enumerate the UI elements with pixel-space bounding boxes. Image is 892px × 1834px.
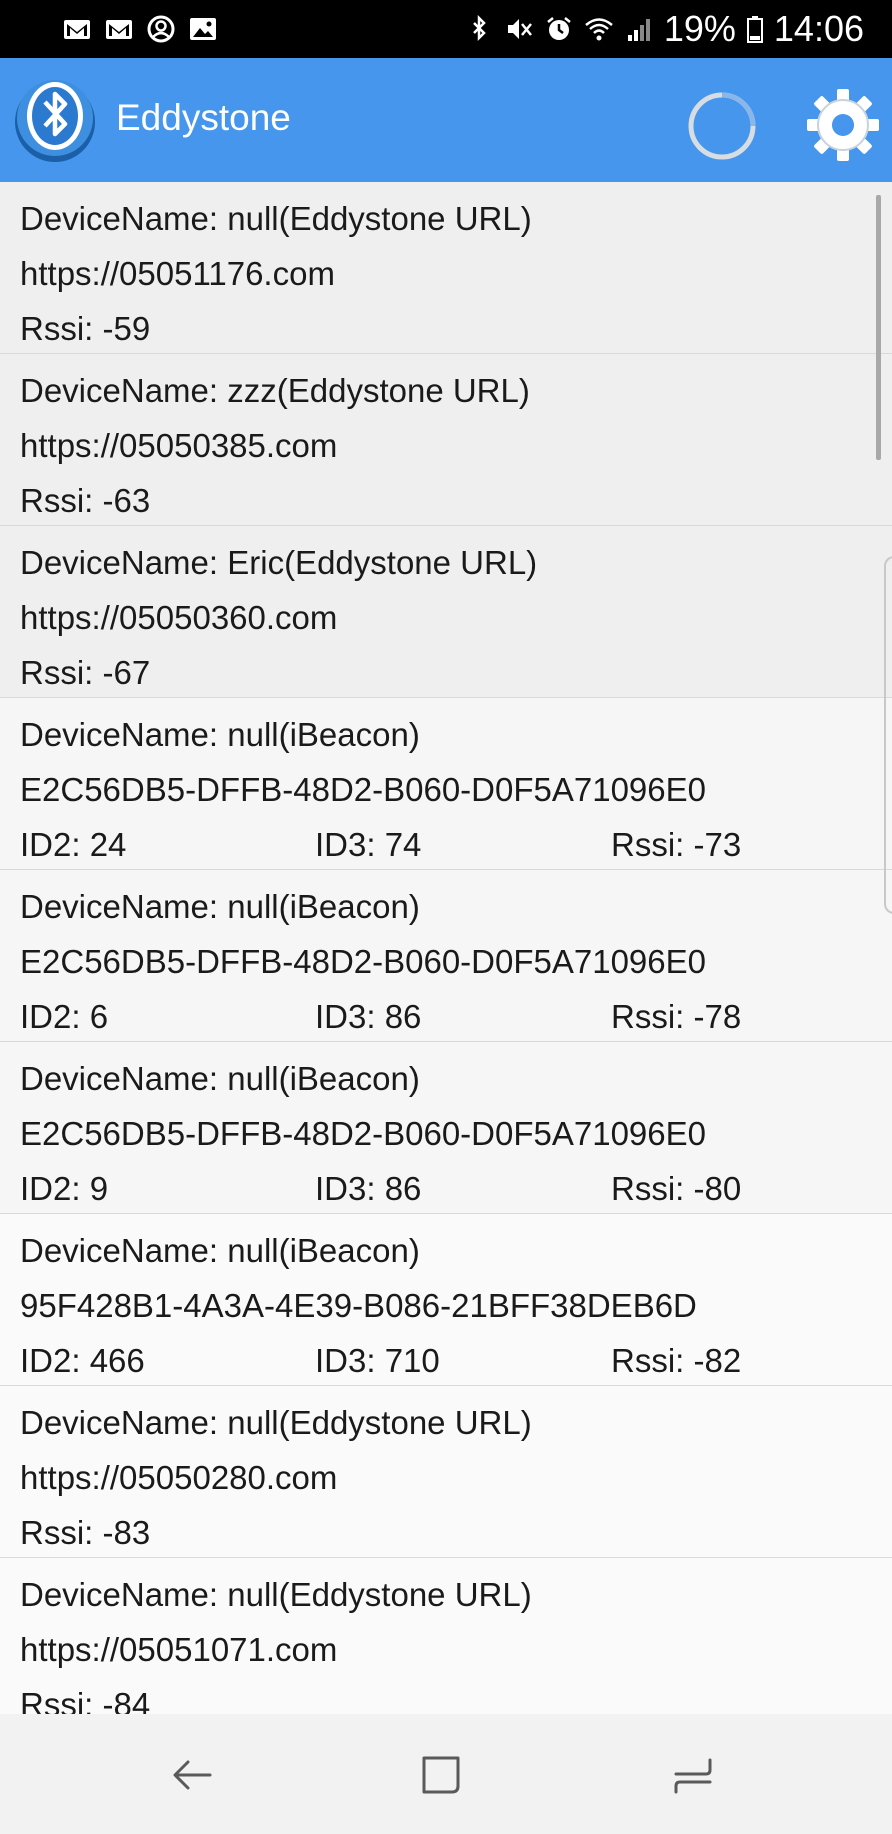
device-ids-row: ID2: 6 ID3: 86 Rssi: -78	[20, 989, 892, 1044]
device-id3: ID3: 74	[315, 826, 422, 863]
device-id2: ID2: 6	[20, 998, 109, 1035]
battery-percent: 19%	[663, 8, 736, 49]
device-rssi: Rssi: -82	[611, 1342, 742, 1379]
list-item[interactable]: DeviceName: null(iBeacon) E2C56DB5-DFFB-…	[0, 698, 892, 870]
device-id3: ID3: 86	[315, 998, 422, 1035]
device-name: DeviceName: null(iBeacon)	[20, 716, 420, 753]
signal-icon	[627, 19, 650, 41]
wifi-icon	[585, 18, 613, 41]
device-rssi: Rssi: -67	[20, 654, 151, 691]
device-uuid: E2C56DB5-DFFB-48D2-B060-D0F5A71096E0	[20, 943, 707, 980]
app-title: Eddystone	[116, 97, 291, 138]
device-ids-row: ID2: 466 ID3: 710 Rssi: -82	[20, 1333, 892, 1388]
device-id3: ID3: 86	[315, 1170, 422, 1207]
device-rssi: Rssi: -80	[611, 1170, 742, 1207]
gear-icon[interactable]	[804, 86, 882, 164]
device-rssi: Rssi: -83	[20, 1514, 151, 1551]
navigation-bar	[0, 1714, 892, 1834]
device-name: DeviceName: null(Eddystone URL)	[20, 200, 532, 237]
device-id3: ID3: 710	[315, 1342, 440, 1379]
back-icon[interactable]	[170, 1752, 216, 1798]
clock: 14:06	[773, 8, 864, 49]
alarm-icon	[547, 17, 571, 40]
list-item[interactable]: DeviceName: zzz(Eddystone URL) https://0…	[0, 354, 892, 526]
status-bar: 19% 14:06	[0, 0, 892, 58]
device-ids-row: ID2: 9 ID3: 86 Rssi: -80	[20, 1161, 892, 1216]
device-name: DeviceName: null(iBeacon)	[20, 888, 420, 925]
notification-icons	[62, 15, 218, 43]
device-url: https://05051071.com	[20, 1631, 338, 1668]
system-icons: 19% 14:06	[464, 8, 864, 50]
device-uuid: E2C56DB5-DFFB-48D2-B060-D0F5A71096E0	[20, 771, 707, 808]
device-rssi: Rssi: -78	[611, 998, 742, 1035]
account-icon	[147, 15, 175, 43]
device-name: DeviceName: zzz(Eddystone URL)	[20, 372, 530, 409]
device-name: DeviceName: null(Eddystone URL)	[20, 1576, 532, 1613]
list-item[interactable]: DeviceName: null(Eddystone URL) https://…	[0, 182, 892, 354]
scanning-spinner-icon	[688, 92, 756, 160]
bluetooth-icon	[472, 15, 486, 42]
mute-icon	[507, 19, 532, 39]
device-ids-row: ID2: 24 ID3: 74 Rssi: -73	[20, 817, 892, 872]
device-name: DeviceName: null(iBeacon)	[20, 1232, 420, 1269]
device-url: https://05050280.com	[20, 1459, 338, 1496]
switch-icon[interactable]	[670, 1752, 716, 1798]
gmail-icon	[106, 20, 132, 39]
device-url: https://05050360.com	[20, 599, 338, 636]
list-item[interactable]: DeviceName: Eric(Eddystone URL) https://…	[0, 526, 892, 698]
device-name: DeviceName: null(iBeacon)	[20, 1060, 420, 1097]
device-rssi: Rssi: -59	[20, 310, 151, 347]
recents-icon[interactable]	[420, 1752, 466, 1798]
device-uuid: 95F428B1-4A3A-4E39-B086-21BFF38DEB6D	[20, 1287, 697, 1324]
device-id2: ID2: 24	[20, 826, 127, 863]
battery-icon	[746, 16, 763, 43]
bluetooth-logo-icon	[15, 80, 95, 162]
device-uuid: E2C56DB5-DFFB-48D2-B060-D0F5A71096E0	[20, 1115, 707, 1152]
edge-panel-handle[interactable]	[884, 556, 892, 914]
device-name: DeviceName: Eric(Eddystone URL)	[20, 544, 538, 581]
device-id2: ID2: 466	[20, 1342, 145, 1379]
device-rssi: Rssi: -73	[611, 826, 742, 863]
device-rssi: Rssi: -63	[20, 482, 151, 519]
device-id2: ID2: 9	[20, 1170, 109, 1207]
list-scrollbar[interactable]	[876, 195, 881, 460]
device-url: https://05050385.com	[20, 427, 338, 464]
device-list[interactable]: DeviceName: null(Eddystone URL) https://…	[0, 182, 892, 1714]
list-item[interactable]: DeviceName: null(iBeacon) E2C56DB5-DFFB-…	[0, 1042, 892, 1214]
device-name: DeviceName: null(Eddystone URL)	[20, 1404, 532, 1441]
device-url: https://05051176.com	[20, 255, 335, 292]
app-bar: Eddystone	[0, 58, 892, 182]
image-icon	[190, 18, 216, 40]
list-item[interactable]: DeviceName: null(iBeacon) 95F428B1-4A3A-…	[0, 1214, 892, 1386]
list-item[interactable]: DeviceName: null(Eddystone URL) https://…	[0, 1386, 892, 1558]
list-item[interactable]: DeviceName: null(Eddystone URL) https://…	[0, 1558, 892, 1714]
gmail-icon	[64, 20, 90, 39]
list-item[interactable]: DeviceName: null(iBeacon) E2C56DB5-DFFB-…	[0, 870, 892, 1042]
device-rssi: Rssi: -84	[20, 1686, 151, 1714]
